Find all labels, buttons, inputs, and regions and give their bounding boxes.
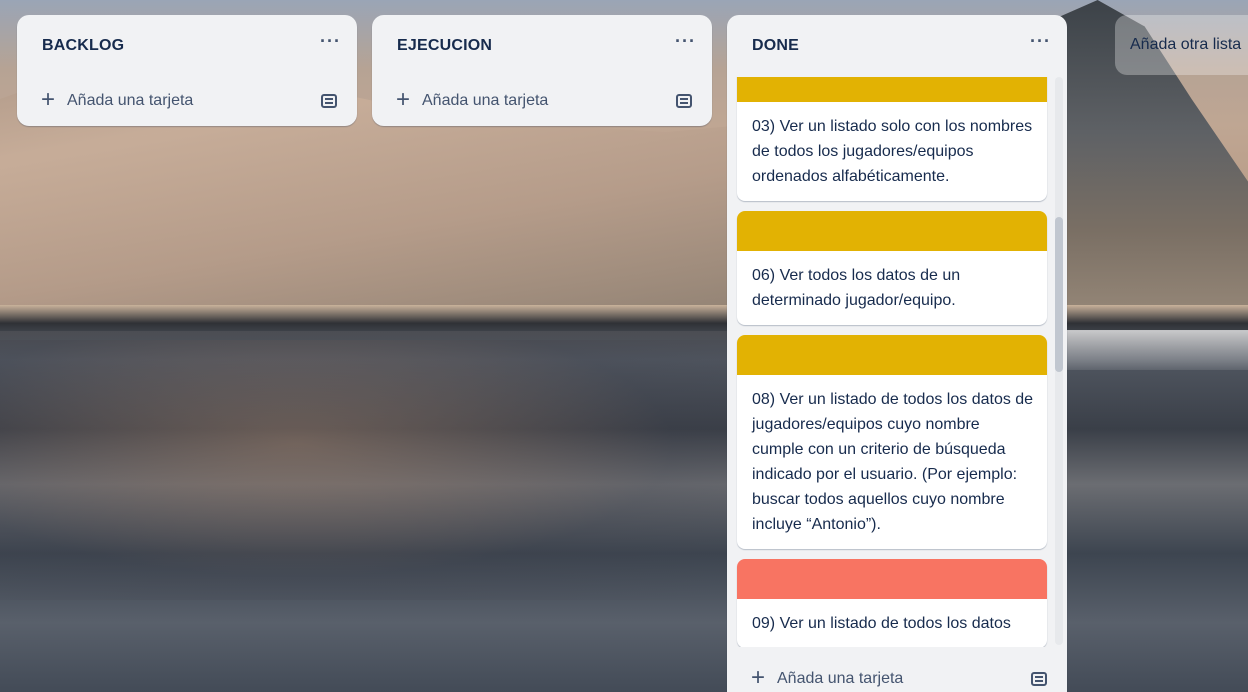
card[interactable]: 08) Ver un listado de todos los datos de…: [737, 335, 1047, 549]
card-cover: [737, 77, 1047, 102]
list-title[interactable]: EJECUCION: [397, 37, 492, 55]
card-template-icon[interactable]: [1031, 672, 1047, 686]
card-cover: [737, 335, 1047, 375]
list-scrollbar[interactable]: [1055, 77, 1063, 645]
card[interactable]: 03) Ver un listado solo con los nombres …: [737, 77, 1047, 201]
card-title: 08) Ver un listado de todos los datos de…: [752, 391, 1034, 533]
card-template-icon[interactable]: [321, 94, 337, 108]
list-menu-button[interactable]: ···: [320, 32, 341, 50]
add-card-button[interactable]: + Añada una tarjeta: [39, 85, 194, 113]
add-card-button[interactable]: + Añada una tarjeta: [749, 663, 904, 691]
add-card-row: + Añada una tarjeta: [17, 77, 357, 125]
list-title[interactable]: BACKLOG: [42, 37, 124, 55]
add-card-label: Añada una tarjeta: [422, 92, 549, 109]
card-cover: [737, 559, 1047, 599]
add-list-label: Añada otra lista: [1130, 36, 1242, 53]
plus-icon: +: [395, 85, 410, 113]
scrollbar-thumb[interactable]: [1055, 217, 1063, 372]
list-header: EJECUCION ···: [372, 15, 712, 77]
list-header: BACKLOG ···: [17, 15, 357, 77]
board-background: BACKLOG ··· + Añada una tarjeta EJECUCIO…: [0, 0, 1248, 692]
add-card-label: Añada una tarjeta: [67, 92, 194, 109]
plus-icon: +: [750, 663, 765, 691]
background-water: [0, 340, 740, 600]
background-surf: [1066, 330, 1248, 370]
list-ejecucion: EJECUCION ··· + Añada una tarjeta: [372, 15, 712, 126]
card[interactable]: 06) Ver todos los datos de un determinad…: [737, 211, 1047, 325]
add-list-button[interactable]: Añada otra lista: [1115, 15, 1248, 75]
card-title: 03) Ver un listado solo con los nombres …: [752, 118, 1033, 185]
plus-icon: +: [40, 85, 55, 113]
card[interactable]: 09) Ver un listado de todos los datos: [737, 559, 1047, 647]
list-backlog: BACKLOG ··· + Añada una tarjeta: [17, 15, 357, 126]
list-menu-button[interactable]: ···: [1030, 32, 1051, 50]
card-template-icon[interactable]: [676, 94, 692, 108]
add-card-row: + Añada una tarjeta: [727, 653, 1067, 692]
list-title[interactable]: DONE: [752, 37, 799, 55]
add-card-label: Añada una tarjeta: [777, 670, 904, 687]
list-menu-button[interactable]: ···: [675, 32, 696, 50]
card-cover: [737, 211, 1047, 251]
list-header: DONE ···: [727, 15, 1067, 77]
card-title: 06) Ver todos los datos de un determinad…: [752, 267, 961, 309]
card-title: 09) Ver un listado de todos los datos: [752, 615, 1011, 632]
add-card-button[interactable]: + Añada una tarjeta: [394, 85, 549, 113]
list-done: DONE ··· 03) Ver un listado solo con los…: [727, 15, 1067, 692]
card-list: 03) Ver un listado solo con los nombres …: [727, 77, 1067, 647]
add-card-row: + Añada una tarjeta: [372, 77, 712, 125]
